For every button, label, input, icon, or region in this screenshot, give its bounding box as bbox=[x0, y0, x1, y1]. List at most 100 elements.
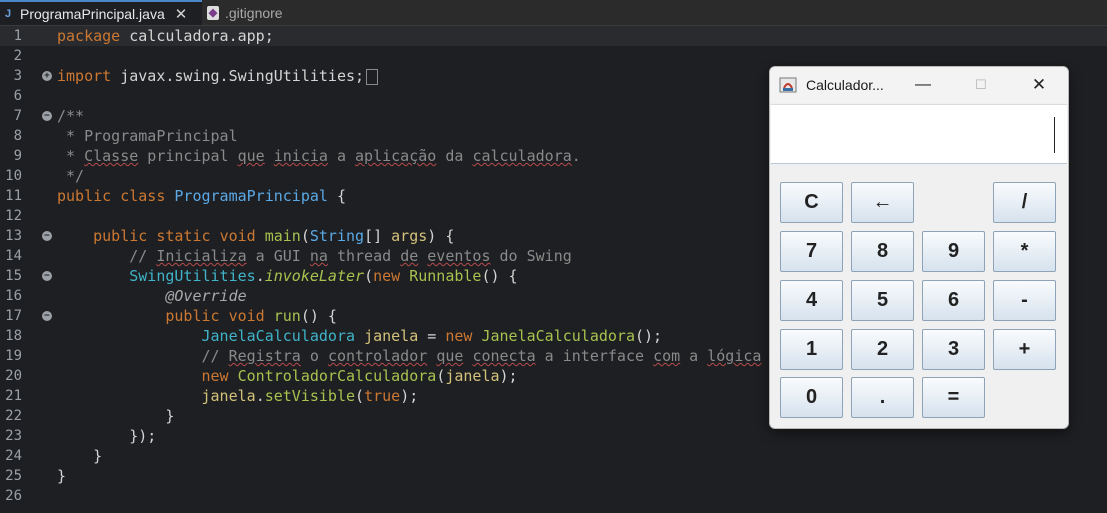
calculator-display[interactable] bbox=[771, 104, 1067, 164]
code-text: ( bbox=[436, 367, 446, 385]
code-text: } bbox=[93, 447, 103, 465]
collapse-fold-icon[interactable]: − bbox=[42, 231, 52, 241]
key-decimal[interactable]: . bbox=[851, 377, 914, 418]
code-line[interactable]: 1 package calculadora.app; bbox=[0, 26, 1107, 46]
spelling-word: Inicializa bbox=[156, 247, 247, 265]
spelling-word: que bbox=[237, 147, 265, 165]
line-number: 20 bbox=[5, 368, 22, 384]
collapse-fold-icon[interactable]: − bbox=[42, 111, 52, 121]
key-0[interactable]: 0 bbox=[780, 377, 843, 418]
line-number: 2 bbox=[13, 48, 22, 64]
key-divide[interactable]: / bbox=[993, 182, 1056, 223]
method-name: invokeLater bbox=[264, 267, 365, 285]
line-number: 18 bbox=[5, 328, 22, 344]
key-5[interactable]: 5 bbox=[851, 280, 914, 321]
key-backspace[interactable]: ← bbox=[851, 182, 914, 223]
spelling-word: com bbox=[653, 347, 681, 365]
tab-label: ProgramaPrincipal.java bbox=[20, 5, 165, 22]
keyword: public bbox=[93, 227, 148, 245]
line-number: 26 bbox=[5, 488, 22, 504]
close-icon[interactable]: ✕ bbox=[175, 5, 188, 23]
code-text: ( bbox=[355, 387, 365, 405]
key-1[interactable]: 1 bbox=[780, 329, 843, 370]
comment-text: a interface bbox=[535, 347, 654, 365]
key-9[interactable]: 9 bbox=[922, 231, 985, 272]
code-line[interactable]: 24 } bbox=[0, 446, 1107, 466]
code-line[interactable]: 2 bbox=[0, 46, 1107, 66]
keyword: public bbox=[165, 307, 220, 325]
expand-fold-icon[interactable]: + bbox=[42, 71, 52, 81]
collapse-fold-icon[interactable]: − bbox=[42, 311, 52, 321]
key-7[interactable]: 7 bbox=[780, 231, 843, 272]
keyword: import bbox=[57, 67, 112, 85]
tab-gitignore[interactable]: ◆ .gitignore bbox=[205, 0, 315, 25]
key-3[interactable]: 3 bbox=[922, 329, 985, 370]
code-line[interactable]: 26 bbox=[0, 486, 1107, 506]
maximize-button[interactable]: ☐ bbox=[966, 73, 996, 97]
key-6[interactable]: 6 bbox=[922, 280, 985, 321]
spelling-word: Registra bbox=[228, 347, 301, 365]
line-number: 22 bbox=[5, 408, 22, 424]
folded-imports-marker[interactable] bbox=[366, 68, 379, 85]
text-caret bbox=[1054, 117, 1055, 153]
line-number: 19 bbox=[5, 348, 22, 364]
code-text: { bbox=[327, 187, 346, 205]
line-number: 24 bbox=[5, 448, 22, 464]
key-subtract[interactable]: - bbox=[993, 280, 1056, 321]
key-multiply[interactable]: * bbox=[993, 231, 1056, 272]
line-number: 14 bbox=[5, 248, 22, 264]
comment-text: /** bbox=[57, 107, 85, 125]
class-name: ControladorCalculadora bbox=[237, 367, 437, 385]
key-clear[interactable]: C bbox=[780, 182, 843, 223]
comment-text: da bbox=[436, 147, 473, 165]
minimize-button[interactable]: — bbox=[908, 73, 938, 97]
close-button[interactable]: ✕ bbox=[1024, 73, 1054, 97]
key-add[interactable]: + bbox=[993, 329, 1056, 370]
window-title: Calculador... bbox=[806, 77, 884, 93]
spelling-word: conecta bbox=[472, 347, 536, 365]
keyword: void bbox=[219, 227, 256, 245]
line-number: 9 bbox=[13, 148, 22, 164]
key-4[interactable]: 4 bbox=[780, 280, 843, 321]
comment-text: a bbox=[680, 347, 708, 365]
comment-text bbox=[427, 347, 436, 365]
code-text: [] bbox=[364, 227, 392, 245]
key-8[interactable]: 8 bbox=[851, 231, 914, 272]
tab-programa-principal[interactable]: J ProgramaPrincipal.java ✕ bbox=[0, 0, 202, 25]
comment-text: a bbox=[327, 147, 356, 165]
code-line[interactable]: 25 } bbox=[0, 466, 1107, 486]
variable-name: janela bbox=[364, 327, 419, 345]
keyword: class bbox=[120, 187, 166, 205]
key-equals[interactable]: = bbox=[922, 377, 985, 418]
variable-name: args bbox=[391, 227, 428, 245]
class-name: JanelaCalculadora bbox=[201, 327, 356, 345]
line-number: 7 bbox=[13, 108, 22, 124]
line-number: 16 bbox=[5, 288, 22, 304]
collapse-fold-icon[interactable]: − bbox=[42, 271, 52, 281]
git-file-icon: ◆ bbox=[207, 5, 219, 20]
calculator-window: Calculador... — ☐ ✕ C ← / 7 8 9 * 4 5 6 … bbox=[769, 66, 1069, 429]
spelling-word: Classe bbox=[84, 147, 139, 165]
line-number: 25 bbox=[5, 468, 22, 484]
code-text: ); bbox=[499, 367, 518, 385]
comment-text: */ bbox=[57, 167, 85, 185]
comment-text: // bbox=[129, 247, 157, 265]
code-text: () { bbox=[300, 307, 337, 325]
code-text: ) { bbox=[427, 227, 455, 245]
code-text: }); bbox=[129, 427, 157, 445]
tab-label: .gitignore bbox=[225, 4, 283, 21]
line-number: 12 bbox=[5, 208, 22, 224]
line-number: 23 bbox=[5, 428, 22, 444]
code-text: ( bbox=[364, 267, 374, 285]
code-text: () { bbox=[481, 267, 518, 285]
code-line[interactable]: 23 }); bbox=[0, 426, 1107, 446]
line-number: 3 bbox=[13, 68, 22, 84]
window-title-bar[interactable]: Calculador... — ☐ ✕ bbox=[770, 67, 1068, 103]
key-2[interactable]: 2 bbox=[851, 329, 914, 370]
class-name: ProgramaPrincipal bbox=[174, 187, 328, 205]
keyword: package bbox=[57, 27, 121, 45]
keyword: static bbox=[156, 227, 211, 245]
line-number: 21 bbox=[5, 388, 22, 404]
